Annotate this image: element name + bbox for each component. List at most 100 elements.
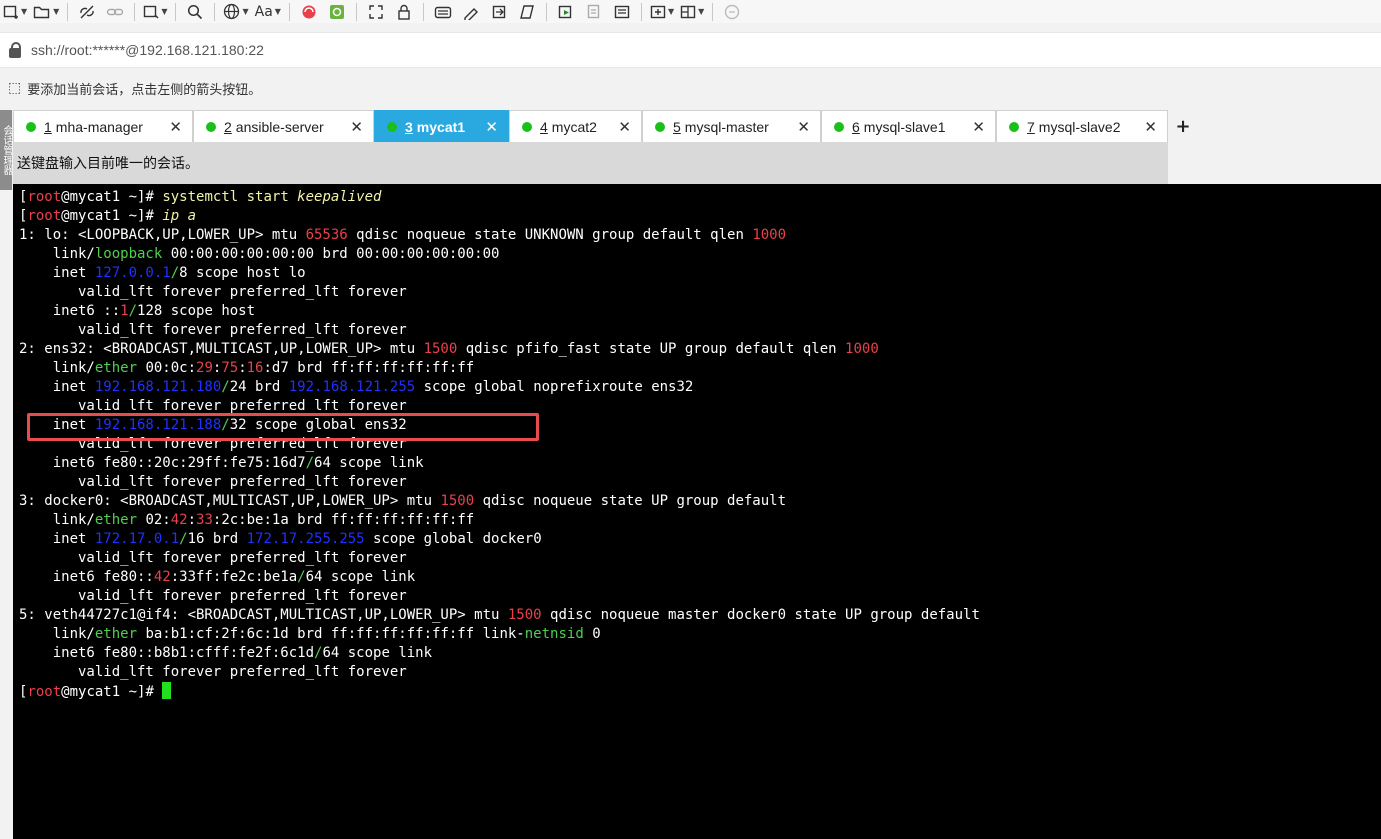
terminal-line: valid_lft forever preferred_lft forever <box>19 283 980 302</box>
script-icon[interactable] <box>457 1 485 23</box>
chat-icon[interactable] <box>718 1 746 23</box>
status-dot-icon <box>206 121 216 132</box>
terminal-text: @mycat1 ~]# <box>61 208 163 224</box>
close-icon[interactable]: ✕ <box>618 118 631 136</box>
terminal-text: root <box>27 208 62 224</box>
tab-label: mysql-master <box>684 118 769 135</box>
terminal-line: 3: docker0: <BROADCAST,MULTICAST,UP,LOWE… <box>19 492 980 511</box>
terminal-text: 192.168.121.180 <box>94 379 222 395</box>
address-text[interactable]: ssh://root:******@192.168.121.180:22 <box>31 42 264 58</box>
link-icon[interactable] <box>101 1 129 23</box>
tab-mha-manager[interactable]: 1 mha-manager ✕ <box>13 110 193 142</box>
terminal-line: 2: ens32: <BROADCAST,MULTICAST,UP,LOWER_… <box>19 340 980 359</box>
terminal-text: 24 <box>229 379 247 395</box>
terminal-line: link/loopback 00:00:00:00:00:00 brd 00:0… <box>19 245 980 264</box>
log-icon[interactable] <box>552 1 580 23</box>
transfer-icon[interactable] <box>485 1 513 23</box>
tab-mycat1[interactable]: 3 mycat1 ✕ <box>374 110 509 142</box>
layout-icon[interactable]: ▼ <box>677 1 707 23</box>
terminal-text: ether <box>94 626 138 642</box>
lock-icon <box>9 42 21 58</box>
terminal-text: @mycat1 ~]# <box>61 189 163 205</box>
font-icon[interactable]: Aa ▼ <box>252 1 284 23</box>
tab-mysql-slave2[interactable]: 7 mysql-slave2 ✕ <box>996 110 1168 142</box>
fullscreen-icon[interactable] <box>362 1 390 23</box>
terminal-text: qdisc noqueue state UP group default <box>474 493 787 509</box>
terminal-text: 42 <box>170 512 188 528</box>
terminal-text: link/ <box>19 626 95 642</box>
terminal-text: link/ <box>19 360 95 376</box>
keyboard-icon[interactable] <box>429 1 457 23</box>
terminal-line: inet 192.168.121.188/32 scope global ens… <box>19 416 980 435</box>
search-icon[interactable] <box>181 1 209 23</box>
new-session-icon[interactable]: ▼ <box>0 1 30 23</box>
cursor <box>162 682 172 699</box>
close-icon[interactable]: ✕ <box>169 118 182 136</box>
tab-number: 5 <box>673 118 681 135</box>
terminal-text: inet <box>19 531 95 547</box>
add-session-arrow-icon[interactable]: ⬚ <box>8 80 21 96</box>
terminal-text: valid_lft forever preferred_lft forever <box>19 398 407 414</box>
terminal-text: :d7 brd ff:ff:ff:ff:ff:ff <box>263 360 475 376</box>
status-dot-icon <box>522 121 532 132</box>
terminal-text: link/ <box>19 512 95 528</box>
close-icon[interactable]: ✕ <box>1144 118 1157 136</box>
disconnect-icon[interactable] <box>73 1 101 23</box>
terminal-text: 128 <box>137 303 163 319</box>
tab-mysql-master[interactable]: 5 mysql-master ✕ <box>642 110 821 142</box>
tab-mysql-slave1[interactable]: 6 mysql-slave1 ✕ <box>821 110 996 142</box>
app-green-icon[interactable] <box>323 1 351 23</box>
terminal-line: inet 127.0.0.1/8 scope host lo <box>19 264 980 283</box>
terminal-text: scope host <box>162 303 256 319</box>
open-folder-icon[interactable]: ▼ <box>30 1 62 23</box>
terminal-text: / <box>221 379 230 395</box>
terminal-text: ip a <box>162 208 197 224</box>
terminal-text: 3: docker0: <BROADCAST,MULTICAST,UP,LOWE… <box>19 493 441 509</box>
terminal-text: @mycat1 ~]# <box>61 684 163 700</box>
tab-label: mysql-slave1 <box>863 118 946 135</box>
terminal-text: brd <box>204 531 247 547</box>
session-manager-sidebar[interactable]: 会话管理器 <box>0 110 12 190</box>
terminal-text: / <box>305 455 315 471</box>
app-red-icon[interactable] <box>295 1 323 23</box>
tab-label: mha-manager <box>55 118 143 135</box>
add-icon[interactable]: ▼ <box>647 1 677 23</box>
close-icon[interactable]: ✕ <box>972 118 985 136</box>
terminal-text: :33ff:fe2c:be1a <box>170 569 298 585</box>
terminal-line: inet 192.168.121.180/24 brd 192.168.121.… <box>19 378 980 397</box>
terminal-text: / <box>297 569 306 585</box>
close-icon[interactable]: ✕ <box>350 118 363 136</box>
record-icon[interactable] <box>580 1 608 23</box>
lock-icon[interactable] <box>390 1 418 23</box>
address-bar[interactable]: ssh://root:******@192.168.121.180:22 <box>0 32 1381 68</box>
tab-number: 4 <box>540 118 548 135</box>
close-icon[interactable]: ✕ <box>485 118 498 136</box>
terminal-text: 1500 <box>440 493 475 509</box>
macro-icon[interactable] <box>513 1 541 23</box>
tab-mycat2[interactable]: 4 mycat2 ✕ <box>509 110 642 142</box>
terminal[interactable]: [root@mycat1 ~]# systemctl start keepali… <box>13 184 1381 839</box>
terminal-line: valid_lft forever preferred_lft forever <box>19 549 980 568</box>
new-tab-button[interactable]: + <box>1168 110 1198 142</box>
close-icon[interactable]: ✕ <box>797 118 810 136</box>
status-dot-icon <box>655 121 665 132</box>
terminal-line: valid_lft forever preferred_lft forever <box>19 321 980 340</box>
new-window-icon[interactable]: ▼ <box>140 1 170 23</box>
tab-ansible-server[interactable]: 2 ansible-server ✕ <box>193 110 374 142</box>
tab-number: 6 <box>852 118 860 135</box>
terminal-text: valid_lft forever preferred_lft forever <box>19 588 407 604</box>
terminal-text: / <box>221 417 230 433</box>
notes-icon[interactable] <box>608 1 636 23</box>
status-dot-icon <box>1009 121 1019 132</box>
globe-icon[interactable]: ▼ <box>220 1 251 23</box>
terminal-text: root <box>27 684 62 700</box>
status-dot-icon <box>834 121 844 132</box>
terminal-line: inet6 fe80::b8b1:cfff:fe2f:6c1d/64 scope… <box>19 644 980 663</box>
terminal-text: 2: ens32: <BROADCAST,MULTICAST,UP,LOWER_… <box>19 341 424 357</box>
terminal-line: [root@mycat1 ~]# systemctl start keepali… <box>19 188 980 207</box>
status-dot-icon <box>387 121 397 132</box>
terminal-text: 42 <box>153 569 171 585</box>
terminal-text: 75 <box>221 360 239 376</box>
terminal-line: [root@mycat1 ~]# <box>19 682 980 701</box>
terminal-text: 1500 <box>507 607 542 623</box>
